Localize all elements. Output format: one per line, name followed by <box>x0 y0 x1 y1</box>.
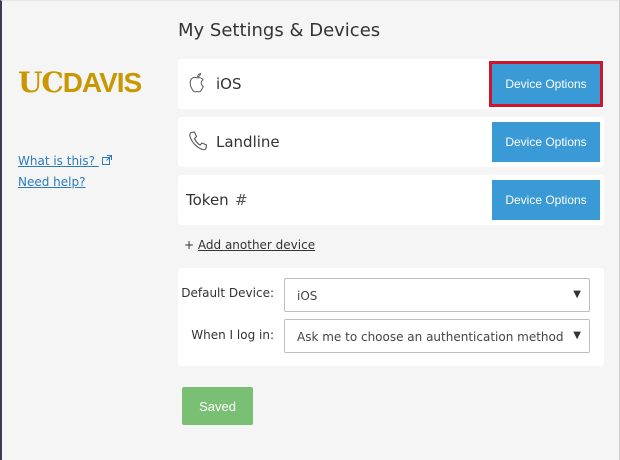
ucdavis-logo: UCDAVIS <box>18 66 142 99</box>
saved-button[interactable]: Saved <box>182 387 253 425</box>
add-device-link[interactable]: + Add another device <box>184 238 315 252</box>
ios-device-options-button[interactable]: Device Options <box>489 61 603 107</box>
device-row-token: Token # Device Options <box>178 175 604 225</box>
landline-device-options-button[interactable]: Device Options <box>492 122 600 162</box>
what-is-this-link[interactable]: What is this? <box>18 154 112 168</box>
add-device-prefix: + <box>184 238 195 252</box>
device-row-landline: Landline Device Options <box>178 117 604 167</box>
preferences-panel: Default Device: iOS ▼ When I log in: Ask… <box>178 268 604 366</box>
what-is-this-label: What is this? <box>18 154 96 168</box>
logo-uc: UC <box>18 66 64 99</box>
device-label-landline: Landline <box>216 133 280 151</box>
device-label-ios: iOS <box>216 75 242 93</box>
when-login-label: When I log in: <box>191 328 274 342</box>
page-title: My Settings & Devices <box>178 20 381 41</box>
default-device-label: Default Device: <box>181 286 274 300</box>
chevron-down-icon: ▼ <box>573 289 581 300</box>
token-device-options-button[interactable]: Device Options <box>492 180 600 220</box>
when-login-value: Ask me to choose an authentication metho… <box>297 330 564 344</box>
device-row-ios: iOS Device Options <box>178 59 604 109</box>
hash-icon: # <box>235 191 248 209</box>
when-login-select[interactable]: Ask me to choose an authentication metho… <box>284 319 590 353</box>
logo-davis: DAVIS <box>62 67 142 98</box>
need-help-link[interactable]: Need help? <box>18 175 85 189</box>
external-link-icon <box>101 155 112 168</box>
add-device-label: Add another device <box>197 238 316 252</box>
default-device-select[interactable]: iOS ▼ <box>284 278 590 312</box>
phone-icon <box>188 130 208 154</box>
apple-icon <box>188 72 208 96</box>
chevron-down-icon: ▼ <box>573 330 581 341</box>
default-device-value: iOS <box>297 289 318 303</box>
device-label-token: Token <box>186 191 229 209</box>
